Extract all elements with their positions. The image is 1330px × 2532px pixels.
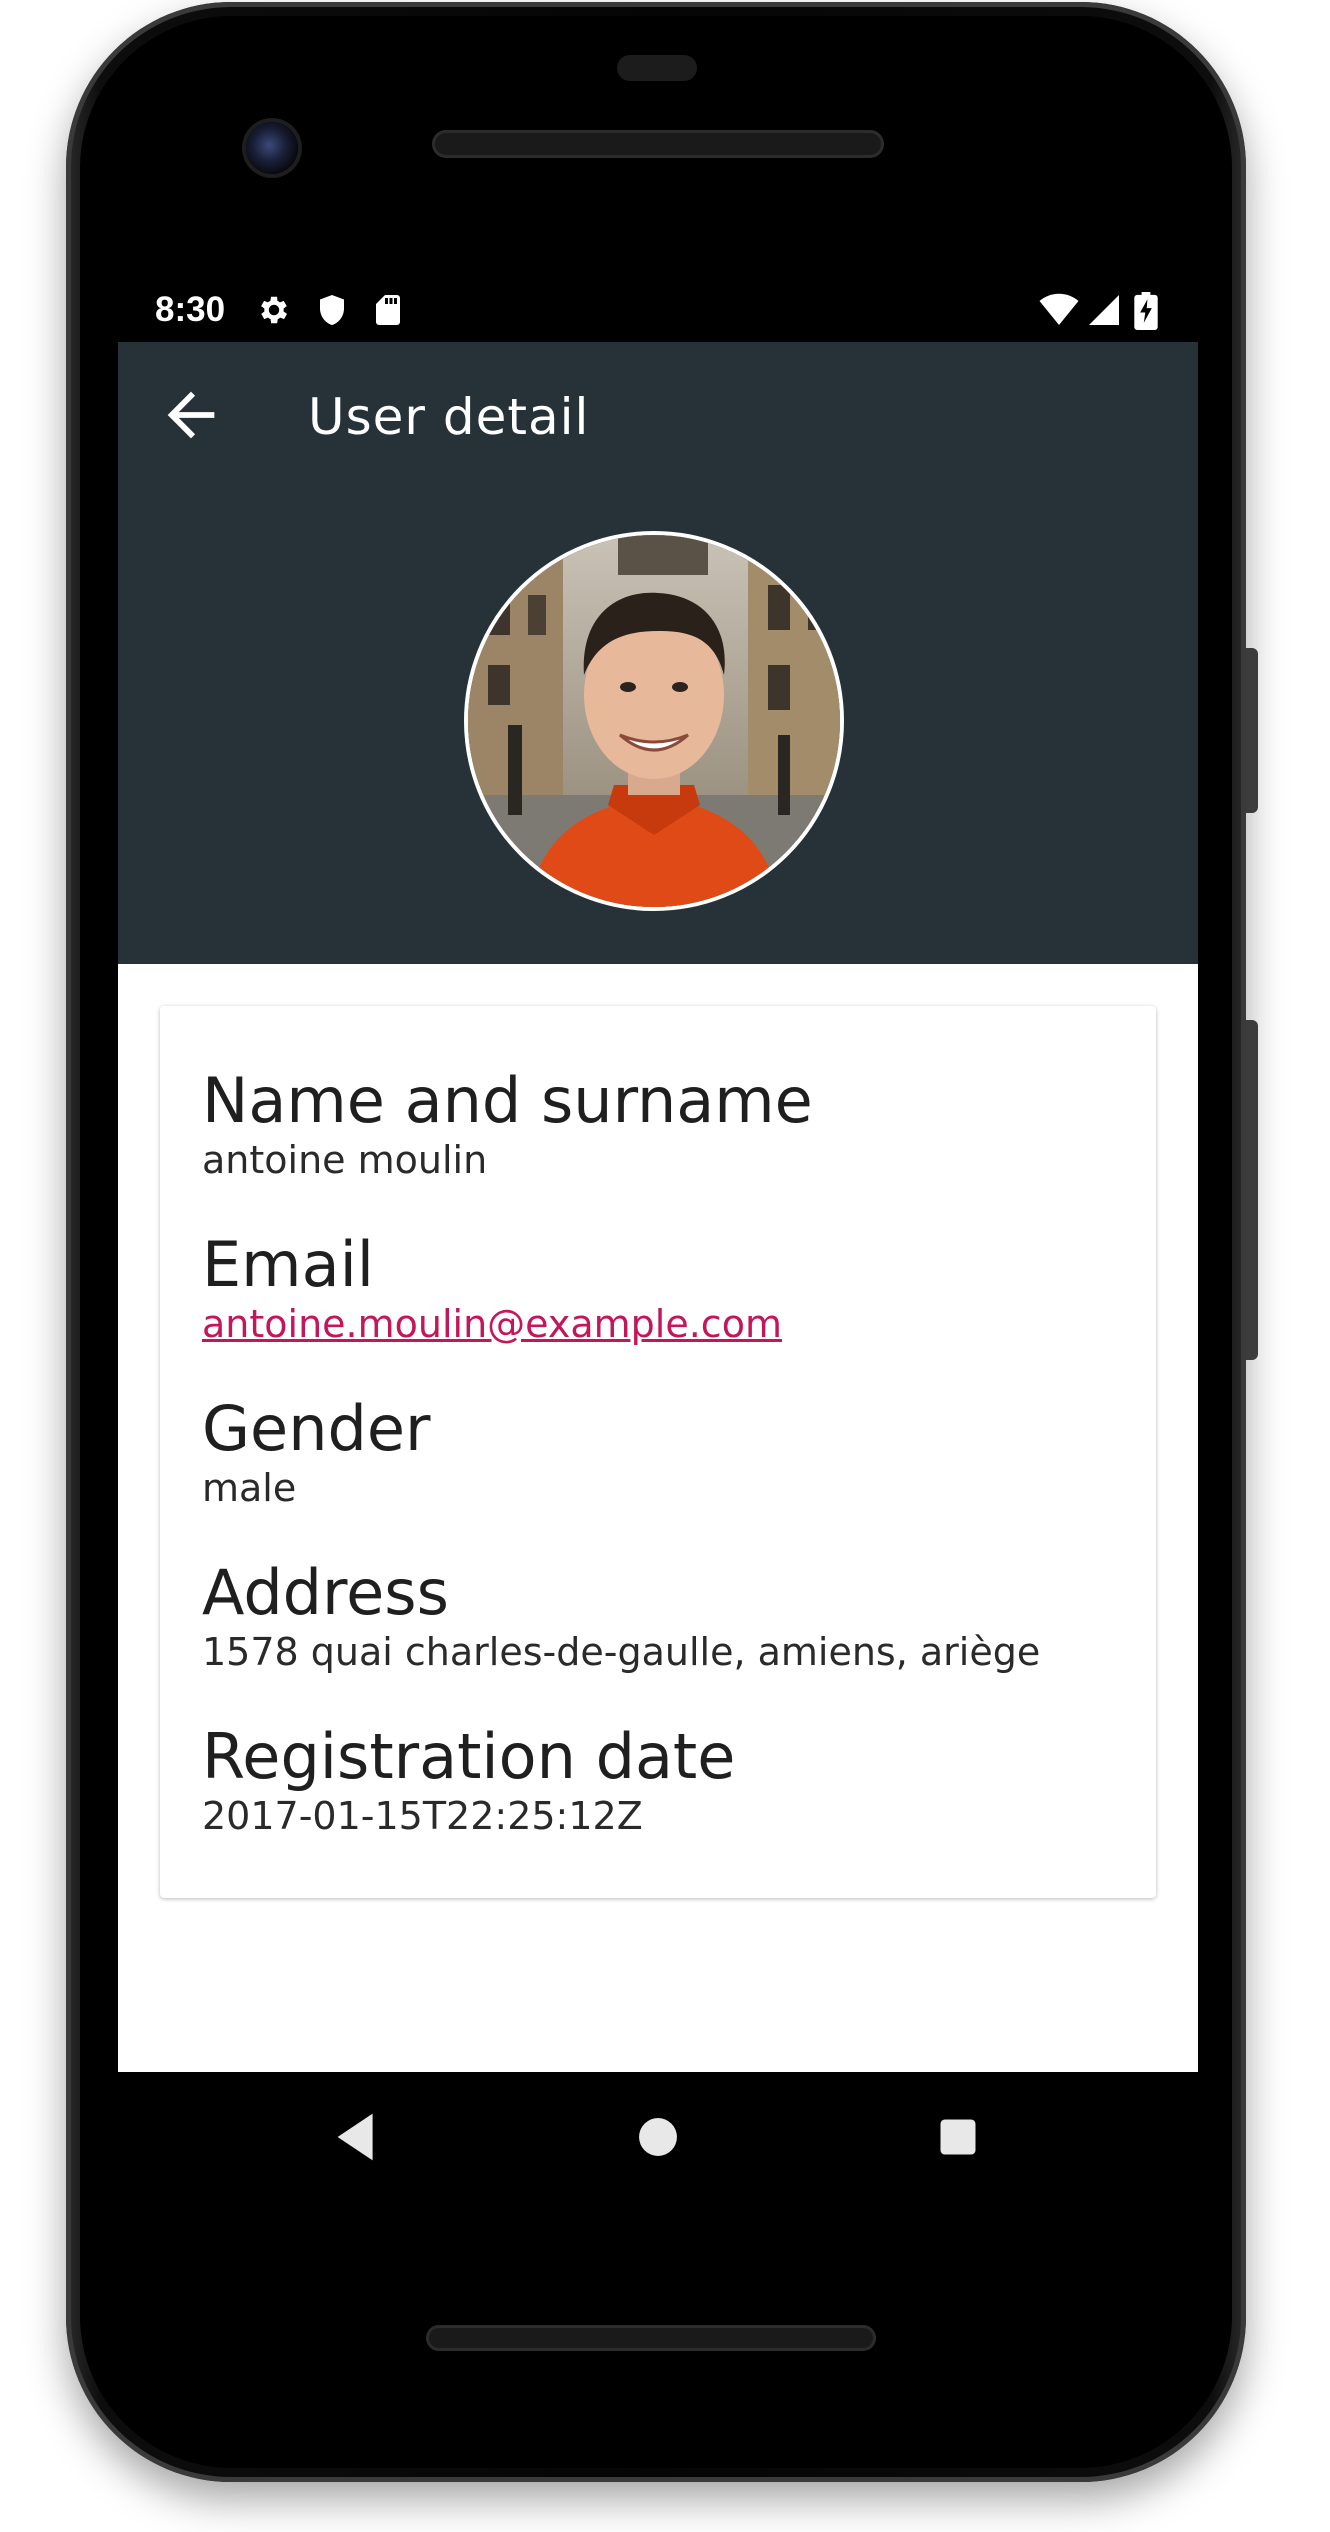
status-time: 8:30 [155,290,226,329]
proximity-sensor [617,55,697,81]
cell-signal-icon [1086,292,1122,328]
profile-header [118,489,1198,964]
app-bar: User detail [118,342,1198,489]
arrow-back-icon[interactable] [156,380,226,450]
power-button [1246,648,1258,813]
detail-label: Email [202,1228,375,1301]
shield-icon [314,292,350,328]
back-triangle-icon[interactable] [323,2102,393,2172]
email-link[interactable]: antoine.moulin@example.com [202,1302,782,1346]
volume-rocker [1246,1020,1258,1360]
sd-card-icon [370,292,406,328]
wifi-icon [1038,292,1080,328]
front-camera [246,122,298,174]
detail-value: 1578 quai charles-de-gaulle, amiens, ari… [202,1630,1041,1674]
detail-label: Name and surname [202,1064,813,1137]
detail-registration-date: Registration date 2017-01-15T22:25:12Z [202,1720,735,1838]
gear-icon [256,292,292,328]
detail-gender: Gender male [202,1392,430,1510]
detail-email: Email antoine.moulin@example.com [202,1228,782,1346]
detail-address: Address 1578 quai charles-de-gaulle, ami… [202,1556,1040,1674]
battery-charging-icon [1134,292,1158,330]
avatar [464,531,844,911]
system-nav-bar [118,2072,1198,2202]
detail-value: 2017-01-15T22:25:12Z [202,1794,643,1838]
home-circle-icon[interactable] [623,2102,693,2172]
details-card: Name and surname antoine moulin Email an… [160,1006,1156,1898]
page-title: User detail [308,388,590,446]
detail-name: Name and surname antoine moulin [202,1064,813,1182]
detail-label: Address [202,1556,449,1629]
detail-label: Registration date [202,1720,736,1793]
detail-value: antoine moulin [202,1138,488,1182]
app-screen: User detail Name and surname antoine mou… [118,342,1198,2072]
detail-label: Gender [202,1392,431,1465]
recents-square-icon[interactable] [923,2102,993,2172]
earpiece-speaker [432,130,884,158]
device-frame-scene: 8:30 User detail Name and surname antoin… [0,0,1330,2532]
status-bar: 8:30 [118,282,1198,342]
detail-value: male [202,1466,297,1510]
bottom-speaker [426,2325,876,2351]
